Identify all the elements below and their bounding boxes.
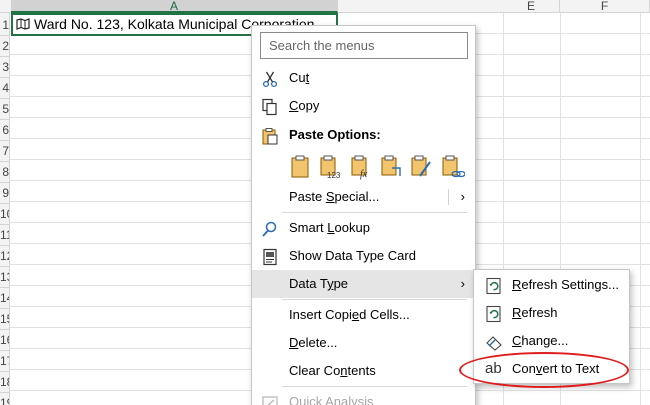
- column-header-a[interactable]: A: [11, 0, 338, 13]
- row-header[interactable]: 1: [0, 15, 9, 36]
- row-headers: 12345678910111213141516171819: [0, 13, 10, 405]
- paste-values-icon[interactable]: 123: [319, 154, 343, 180]
- menu-item-show-data-type-card[interactable]: Show Data Type Card: [252, 242, 475, 270]
- menu-item-delete[interactable]: Delete...: [252, 329, 475, 357]
- gridline: [640, 13, 641, 405]
- refresh-icon: [486, 277, 501, 295]
- scissors-icon: [262, 71, 278, 88]
- svg-text:123: 123: [327, 171, 341, 180]
- row-header[interactable]: 18: [0, 372, 9, 393]
- row-header[interactable]: 5: [0, 99, 9, 120]
- row-header[interactable]: 17: [0, 351, 9, 372]
- submenu-item-change[interactable]: Change...: [474, 327, 629, 355]
- divider: [448, 189, 449, 205]
- menu-item-smart-lookup[interactable]: Smart Lookup: [252, 214, 475, 242]
- menu-item-quick-analysis: Quick Analysis: [252, 388, 475, 405]
- row-header[interactable]: 19: [0, 393, 9, 405]
- chevron-right-icon: ›: [460, 276, 465, 291]
- row-header[interactable]: 4: [0, 78, 9, 99]
- svg-text:fx: fx: [360, 169, 368, 180]
- row-header[interactable]: 16: [0, 330, 9, 351]
- column-header-f[interactable]: F: [560, 0, 650, 13]
- menu-item-insert-copied-cells[interactable]: Insert Copied Cells...: [252, 301, 475, 329]
- highlight-annotation-circle: [459, 352, 629, 388]
- column-header-e[interactable]: E: [503, 0, 560, 13]
- menu-item-copy[interactable]: Copy: [252, 92, 475, 120]
- menu-item-cut[interactable]: Cut: [252, 64, 475, 92]
- row-header[interactable]: 6: [0, 120, 9, 141]
- menu-item-paste-special[interactable]: Paste Special... ›: [252, 183, 475, 211]
- row-header[interactable]: 13: [0, 267, 9, 288]
- row-header[interactable]: 2: [0, 36, 9, 57]
- change-icon: [486, 336, 502, 351]
- copy-icon: [262, 98, 277, 116]
- quick-analysis-icon: [262, 396, 278, 405]
- paste-formatting-icon[interactable]: [410, 154, 434, 180]
- row-header[interactable]: 3: [0, 57, 9, 78]
- row-header[interactable]: 8: [0, 162, 9, 183]
- menu-separator: [282, 299, 467, 300]
- card-icon: [263, 248, 277, 266]
- row-header[interactable]: 10: [0, 204, 9, 225]
- paste-icon[interactable]: [289, 154, 313, 180]
- row-header[interactable]: 9: [0, 183, 9, 204]
- map-icon[interactable]: [16, 18, 30, 30]
- row-header[interactable]: 7: [0, 141, 9, 162]
- menu-item-data-type[interactable]: Data Type ›: [252, 270, 475, 298]
- clipboard-icon: [262, 128, 278, 145]
- paste-transpose-icon[interactable]: [380, 154, 404, 180]
- chevron-right-icon[interactable]: ›: [461, 183, 465, 211]
- menu-separator: [282, 212, 467, 213]
- menu-separator: [282, 386, 467, 387]
- menu-item-paste-options: Paste Options:: [252, 121, 475, 149]
- submenu-item-refresh-settings[interactable]: Refresh Settings...: [474, 271, 629, 299]
- row-header[interactable]: 11: [0, 225, 9, 246]
- menu-search-input[interactable]: Search the menus: [260, 32, 468, 59]
- row-header[interactable]: 12: [0, 246, 9, 267]
- column-headers: A E F: [0, 0, 650, 13]
- paste-formulas-icon[interactable]: fx: [350, 154, 374, 180]
- row-header[interactable]: 15: [0, 309, 9, 330]
- row-header[interactable]: 14: [0, 288, 9, 309]
- paste-link-icon[interactable]: [441, 154, 465, 180]
- submenu-item-refresh[interactable]: Refresh: [474, 299, 629, 327]
- context-menu: Search the menus Cut Copy Paste Options:: [251, 25, 476, 405]
- menu-item-clear-contents[interactable]: Clear Contents: [252, 357, 475, 385]
- search-icon: [262, 221, 277, 237]
- refresh-icon: [486, 305, 501, 323]
